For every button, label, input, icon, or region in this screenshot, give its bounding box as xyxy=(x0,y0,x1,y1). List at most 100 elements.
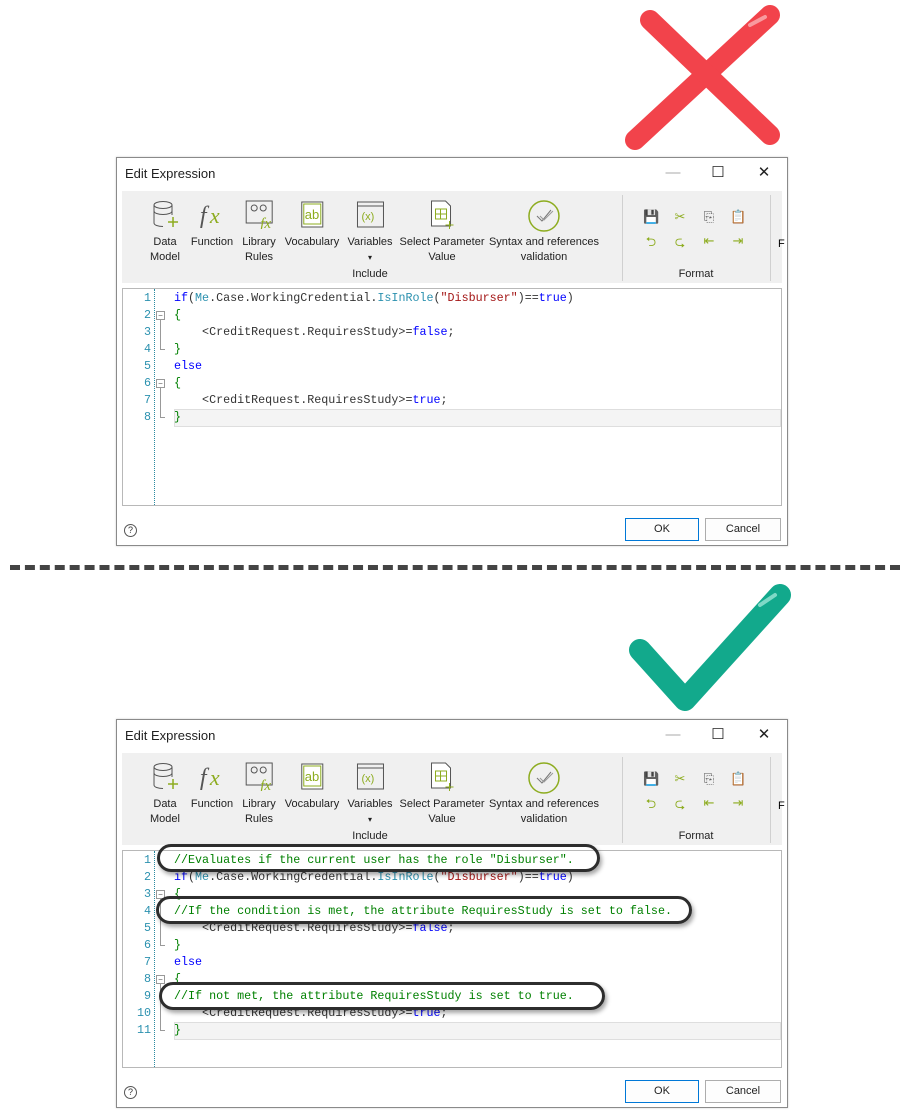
line-number: 4 xyxy=(143,342,151,356)
outdent-icon[interactable]: ⇤ xyxy=(701,233,717,249)
ribbon-vocabulary-button[interactable]: ab Vocabulary xyxy=(285,761,339,812)
ribbon-variables-button[interactable]: (x) Variables ▾ xyxy=(347,199,393,265)
code-token: true xyxy=(412,393,441,407)
code-text: { xyxy=(174,307,181,324)
ok-button[interactable]: OK xyxy=(625,1080,699,1103)
undo-icon[interactable]: ⮌ xyxy=(643,233,659,249)
save-icon[interactable]: 💾 xyxy=(643,771,659,787)
ribbon-fx-button[interactable]: fx Function xyxy=(191,199,233,250)
ribbon-label: Data xyxy=(153,798,177,810)
truncated-ribbon-label: F xyxy=(778,238,785,250)
code-token: .Case.WorkingCredential. xyxy=(209,870,378,884)
cut-icon[interactable]: ✂ xyxy=(672,209,688,225)
comment-highlight xyxy=(159,982,605,1010)
ribbon-table-add-button[interactable]: Select Parameter Value xyxy=(400,761,484,827)
undo-icon[interactable]: ⮌ xyxy=(643,795,659,811)
code-token: else xyxy=(174,955,203,969)
code-token: else xyxy=(174,359,203,373)
line-number: 8 xyxy=(143,972,151,986)
ribbon-library-rules-button[interactable]: fx Library Rules xyxy=(242,761,276,827)
copy-icon[interactable]: ⎘ xyxy=(701,209,717,225)
code-token: { xyxy=(174,376,182,390)
code-line: 2{ xyxy=(123,307,781,324)
code-editor[interactable]: 1//Evaluates if the current user has the… xyxy=(122,850,782,1068)
separator xyxy=(622,757,623,843)
ribbon-vocabulary-button[interactable]: ab Vocabulary xyxy=(285,199,339,250)
line-number: 10 xyxy=(136,1006,151,1020)
code-token: } xyxy=(174,938,182,952)
code-line: 11} xyxy=(123,1022,781,1039)
code-token: <CreditRequest.RequiresStudy>= xyxy=(174,325,413,339)
ribbon-validation-check-button[interactable]: Syntax and references validation xyxy=(489,199,599,265)
dialog-footer: ? OK Cancel xyxy=(117,1070,787,1107)
ribbon-variables-button[interactable]: (x) Variables ▾ xyxy=(347,761,393,827)
minimize-button[interactable]: — xyxy=(658,724,688,746)
variables-icon: (x) xyxy=(347,761,392,797)
vocabulary-icon: ab xyxy=(285,199,339,235)
ribbon-label: Value xyxy=(428,813,456,825)
truncated-ribbon-label: F xyxy=(778,800,785,812)
copy-icon[interactable]: ⎘ xyxy=(701,771,717,787)
ribbon-fx-button[interactable]: fx Function xyxy=(191,761,233,812)
ribbon-table-add-button[interactable]: Select Parameter Value xyxy=(399,199,485,265)
ok-button[interactable]: OK xyxy=(625,518,699,541)
code-text: <CreditRequest.RequiresStudy>=true; xyxy=(174,392,448,409)
maximize-button[interactable]: ☐ xyxy=(703,724,733,746)
minimize-button[interactable]: — xyxy=(658,162,688,184)
ribbon-label: Variables xyxy=(347,798,393,810)
line-number: 9 xyxy=(143,989,151,1003)
paste-icon[interactable]: 📋 xyxy=(730,771,746,787)
paste-icon[interactable]: 📋 xyxy=(730,209,746,225)
ribbon-label: ▾ xyxy=(367,815,373,824)
code-line: 7 else xyxy=(123,954,781,971)
code-token: } xyxy=(174,1023,182,1037)
ribbon-label: Value xyxy=(428,251,456,263)
collapse-icon[interactable]: − xyxy=(156,379,165,388)
code-token: IsInRole xyxy=(377,291,434,305)
close-button[interactable]: ✕ xyxy=(749,162,779,184)
line-number: 7 xyxy=(143,393,151,407)
close-button[interactable]: ✕ xyxy=(749,724,779,746)
ribbon-library-rules-button[interactable]: fx Library Rules xyxy=(242,199,276,265)
redo-icon[interactable]: ⮎ xyxy=(672,233,688,249)
separator xyxy=(622,195,623,281)
help-icon[interactable]: ? xyxy=(124,524,137,537)
indent-icon[interactable]: ⇥ xyxy=(730,233,746,249)
indent-icon[interactable]: ⇥ xyxy=(730,795,746,811)
table-add-icon xyxy=(400,199,485,235)
comment-highlight xyxy=(157,844,600,872)
cancel-button[interactable]: Cancel xyxy=(705,1080,781,1103)
help-icon[interactable]: ? xyxy=(124,1086,137,1099)
dialog-footer: ? OK Cancel xyxy=(117,508,787,545)
collapse-icon[interactable]: − xyxy=(156,975,165,984)
outdent-icon[interactable]: ⇤ xyxy=(701,795,717,811)
line-number: 3 xyxy=(143,887,151,901)
redo-icon[interactable]: ⮎ xyxy=(672,795,688,811)
code-text: <CreditRequest.RequiresStudy>=false; xyxy=(174,324,455,341)
edit-expression-dialog: Edit Expression — ☐ ✕ Data Model fx Func… xyxy=(116,157,788,546)
include-group-label: Include xyxy=(352,830,388,842)
variables-icon: (x) xyxy=(347,199,392,235)
code-text: } xyxy=(174,1022,181,1039)
cut-icon[interactable]: ✂ xyxy=(672,771,688,787)
ribbon-database-add-button[interactable]: Data Model xyxy=(150,199,180,265)
cancel-button[interactable]: Cancel xyxy=(705,518,781,541)
save-icon[interactable]: 💾 xyxy=(643,209,659,225)
ribbon-label: Model xyxy=(150,813,180,825)
code-token: ; xyxy=(447,325,455,339)
ribbon-database-add-button[interactable]: Data Model xyxy=(150,761,180,827)
collapse-icon[interactable]: − xyxy=(156,311,165,320)
ribbon-label: Select Parameter xyxy=(399,236,485,248)
dialog-title: Edit Expression xyxy=(125,728,216,743)
code-line: 1 if(Me.Case.WorkingCredential.IsInRole("… xyxy=(123,290,781,307)
code-token: .Case.WorkingCredential. xyxy=(209,291,378,305)
maximize-button[interactable]: ☐ xyxy=(703,162,733,184)
code-text: { xyxy=(174,375,181,392)
svg-text:ab: ab xyxy=(305,207,319,222)
code-token: if xyxy=(174,291,189,305)
separator xyxy=(770,757,771,843)
ribbon-validation-check-button[interactable]: Syntax and references validation xyxy=(489,761,599,827)
svg-text:(x): (x) xyxy=(361,211,374,223)
code-editor[interactable]: 1 if(Me.Case.WorkingCredential.IsInRole("… xyxy=(122,288,782,506)
code-token: { xyxy=(174,308,182,322)
